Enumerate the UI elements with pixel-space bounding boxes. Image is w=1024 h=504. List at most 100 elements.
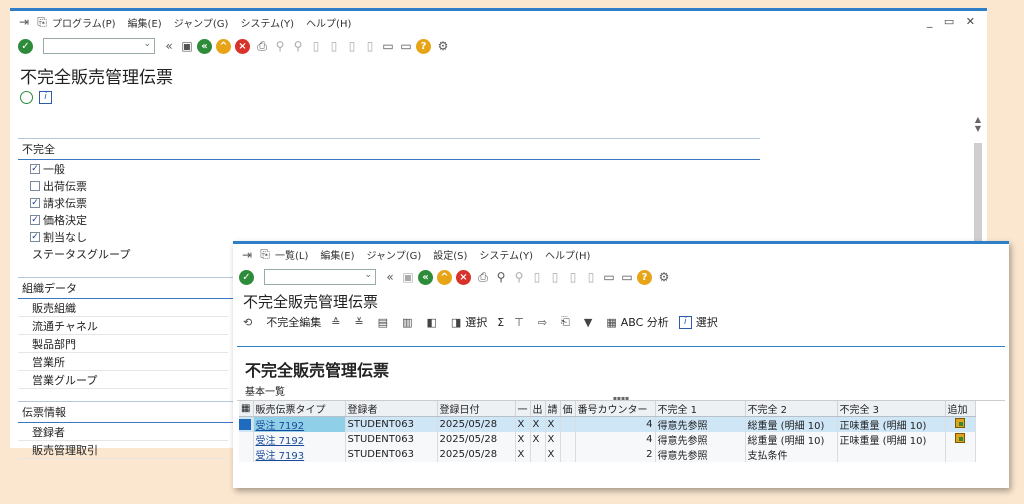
menu-item-system[interactable]: システム(Y)	[240, 15, 294, 30]
select-all-icon[interactable]: ▦	[239, 401, 254, 417]
info-icon[interactable]: i	[39, 90, 52, 104]
display-button[interactable]: ▥	[402, 316, 416, 329]
exit-icon[interactable]: ^	[437, 269, 452, 285]
print-icon[interactable]: ⎙	[254, 38, 270, 54]
table-row[interactable]: 受注 7192 STUDENT063 2025/05/28 X X X 4 得意…	[239, 416, 976, 432]
scroll-down-icon[interactable]: ▼	[973, 124, 983, 133]
last-page-icon[interactable]: ▯	[583, 269, 599, 285]
filter-button[interactable]: ▼	[584, 316, 596, 329]
abc-analysis-button[interactable]: ▦ ABC 分析	[606, 314, 668, 330]
new-session-icon[interactable]: ▭	[380, 38, 396, 54]
sum-button[interactable]: Σ	[497, 316, 504, 329]
cancel-icon[interactable]: ×	[456, 269, 471, 285]
chevron-down-icon[interactable]: ⌄	[364, 270, 372, 280]
window-controls[interactable]: _ ▭ ✕	[927, 15, 979, 28]
back-icon[interactable]: «	[197, 38, 212, 54]
shortcut-icon[interactable]: ▭	[619, 269, 635, 285]
find-icon[interactable]: ⚲	[493, 269, 509, 285]
shortcut-icon[interactable]: ▭	[398, 38, 414, 54]
back-icon[interactable]: «	[418, 269, 433, 285]
info-select-button[interactable]: i 選択	[678, 314, 718, 330]
menu-item-help[interactable]: ヘルプ(H)	[545, 247, 590, 262]
exit-icon[interactable]: ^	[216, 38, 231, 54]
menu-exit-icon[interactable]: ⇥	[16, 14, 32, 30]
menu-item-program[interactable]: プログラム(P)	[52, 15, 116, 30]
prev-page-icon[interactable]: ▯	[547, 269, 563, 285]
enter-icon[interactable]: ✓	[18, 38, 33, 54]
save-icon[interactable]: ▣	[179, 38, 195, 54]
prev-page-icon[interactable]: ▯	[326, 38, 342, 54]
doc-link[interactable]: 受注 7192	[253, 432, 346, 447]
check-billing[interactable]: ✓ 請求伝票	[18, 194, 760, 211]
check-pricing[interactable]: ✓ 価格決定	[18, 211, 760, 228]
layout-button[interactable]: ◧	[426, 316, 440, 329]
table-row[interactable]: 受注 7193 STUDENT063 2025/05/28 X X 2 得意先参…	[239, 447, 976, 462]
subtotal-button[interactable]: ⊤	[514, 316, 528, 329]
next-page-icon[interactable]: ▯	[565, 269, 581, 285]
gear-icon[interactable]: ⚙	[656, 269, 672, 285]
col-header[interactable]: 追加	[945, 401, 976, 417]
table-row[interactable]: 受注 7192 STUDENT063 2025/05/28 X X X 4 得意…	[239, 432, 976, 447]
edit-incomplete-button[interactable]: 不完全編集	[266, 314, 321, 330]
col-header[interactable]: 不完全 2	[745, 401, 838, 417]
menu-item-jump[interactable]: ジャンプ(G)	[174, 15, 229, 30]
help-icon[interactable]: ?	[416, 38, 431, 54]
col-header[interactable]: 一	[515, 401, 531, 417]
check-general[interactable]: ✓ 一般	[18, 160, 760, 177]
menu-item-help[interactable]: ヘルプ(H)	[306, 15, 351, 30]
find-next-icon[interactable]: ⚲	[511, 269, 527, 285]
next-page-icon[interactable]: ▯	[344, 38, 360, 54]
col-header[interactable]: 不完全 3	[837, 401, 946, 417]
col-header[interactable]: 番号カウンター	[575, 401, 656, 417]
first-page-icon[interactable]: ▯	[529, 269, 545, 285]
sort-desc-button[interactable]: ≚	[354, 316, 367, 329]
chevron-down-icon[interactable]: ⌄	[143, 39, 151, 49]
save-icon[interactable]: ▣	[400, 269, 416, 285]
detail-button[interactable]: ▤	[378, 316, 392, 329]
menu-item-settings[interactable]: 設定(S)	[433, 247, 467, 262]
export-button[interactable]: ⇨	[538, 316, 551, 329]
find-icon[interactable]: ⚲	[272, 38, 288, 54]
first-page-icon[interactable]: ▯	[308, 38, 324, 54]
col-header[interactable]: 登録者	[345, 401, 438, 417]
menu-settings-icon[interactable]: ⎘	[257, 247, 273, 263]
find-next-icon[interactable]: ⚲	[290, 38, 306, 54]
col-header[interactable]: 価	[560, 401, 576, 417]
checkbox[interactable]: ✓	[30, 214, 40, 225]
menu-item-edit[interactable]: 編集(E)	[320, 247, 354, 262]
menu-item-edit[interactable]: 編集(E)	[128, 15, 162, 30]
command-field[interactable]: ⌄	[43, 38, 155, 54]
col-header[interactable]: 出	[530, 401, 546, 417]
checkbox[interactable]: ✓	[30, 197, 40, 208]
enter-icon[interactable]: ✓	[239, 269, 254, 285]
print-icon[interactable]: ⎙	[475, 269, 491, 285]
doc-link[interactable]: 受注 7192	[253, 416, 346, 432]
scroll-up-icon[interactable]: ▲	[973, 115, 983, 124]
refresh-button[interactable]: ⟲	[243, 316, 256, 329]
new-session-icon[interactable]: ▭	[601, 269, 617, 285]
last-page-icon[interactable]: ▯	[362, 38, 378, 54]
cancel-icon[interactable]: ×	[235, 38, 250, 54]
add-item-icon[interactable]	[955, 418, 965, 428]
add-item-icon[interactable]	[955, 433, 965, 443]
back-double-icon[interactable]: «	[382, 269, 398, 285]
checkbox[interactable]: ✓	[30, 231, 40, 242]
row-selector[interactable]	[239, 416, 254, 432]
menu-item-jump[interactable]: ジャンプ(G)	[367, 247, 422, 262]
execute-icon[interactable]	[20, 90, 33, 104]
gear-icon[interactable]: ⚙	[435, 38, 451, 54]
menu-item-system[interactable]: システム(Y)	[479, 247, 533, 262]
select-layout-button[interactable]: ◨ 選択	[451, 314, 487, 330]
menu-item-list[interactable]: 一覧(L)	[275, 247, 308, 262]
checkbox[interactable]: ✓	[30, 163, 40, 174]
help-icon[interactable]: ?	[637, 269, 652, 285]
add-cell[interactable]	[945, 432, 976, 447]
back-double-icon[interactable]: «	[161, 38, 177, 54]
command-field[interactable]: ⌄	[264, 269, 376, 285]
col-header[interactable]: 不完全 1	[655, 401, 746, 417]
col-header[interactable]: 登録日付	[437, 401, 516, 417]
checkbox[interactable]	[30, 180, 40, 191]
add-cell[interactable]	[945, 416, 976, 432]
sort-asc-button[interactable]: ≙	[331, 316, 344, 329]
menu-settings-icon[interactable]: ⎘	[34, 14, 50, 30]
